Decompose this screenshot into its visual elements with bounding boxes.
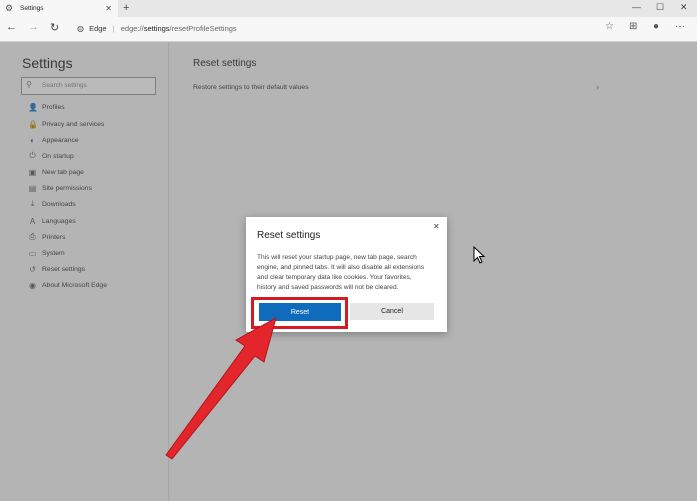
tab-close-icon[interactable]: ✕ bbox=[105, 4, 112, 13]
maximize-button[interactable]: ☐ bbox=[656, 2, 664, 13]
browser-tab[interactable]: ⚙ Settings ✕ bbox=[0, 0, 118, 17]
dialog-title: Reset settings bbox=[257, 230, 321, 241]
dialog-body-line: and clear temporary data like cookies. Y… bbox=[257, 274, 412, 281]
minimize-button[interactable]: — bbox=[632, 2, 641, 12]
site-label: Edge bbox=[89, 24, 107, 33]
forward-button[interactable]: → bbox=[28, 21, 39, 33]
url-bold: settings bbox=[143, 24, 170, 33]
dialog-body-line: This will reset your startup page, new t… bbox=[257, 254, 417, 261]
close-window-button[interactable]: ✕ bbox=[680, 2, 688, 13]
mouse-cursor-icon bbox=[473, 246, 485, 264]
dialog-body: This will reset your startup page, new t… bbox=[257, 253, 437, 293]
profile-avatar-icon[interactable]: ● bbox=[653, 21, 659, 32]
collections-icon[interactable]: ⊞ bbox=[629, 21, 637, 32]
new-tab-button[interactable]: + bbox=[123, 2, 129, 14]
favorite-star-icon[interactable]: ☆ bbox=[605, 21, 614, 32]
url-suffix: /resetProfileSettings bbox=[169, 24, 237, 33]
dialog-body-line: history and saved passwords will not be … bbox=[257, 284, 399, 291]
more-menu-icon[interactable]: ··· bbox=[675, 21, 685, 32]
dialog-body-line: engine, and pinned tabs. It will also di… bbox=[257, 264, 425, 271]
back-button[interactable]: ← bbox=[6, 21, 17, 33]
cancel-button[interactable]: Cancel bbox=[350, 303, 434, 320]
url-prefix: edge:// bbox=[120, 24, 144, 33]
reset-highlight-box bbox=[251, 297, 348, 329]
dialog-close-icon[interactable]: ✕ bbox=[433, 222, 440, 231]
address-bar[interactable]: ◍ Edge | edge://settings/resetProfileSet… bbox=[77, 24, 237, 33]
url-text: edge://settings/resetProfileSettings bbox=[121, 24, 237, 33]
refresh-button[interactable]: ↻ bbox=[50, 21, 59, 34]
url-separator: | bbox=[112, 24, 115, 33]
tab-title: Settings bbox=[20, 5, 44, 12]
edge-logo-icon: ◍ bbox=[77, 24, 84, 33]
settings-gear-icon: ⚙ bbox=[5, 3, 14, 13]
